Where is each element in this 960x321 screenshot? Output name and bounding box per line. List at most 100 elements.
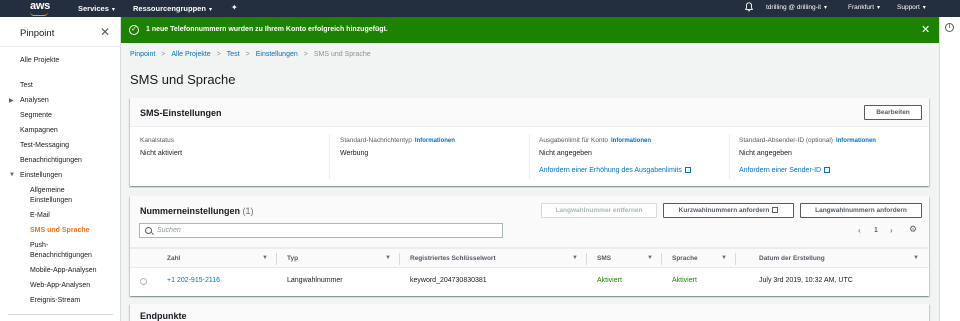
default-message-type-value: Werbung [340,150,369,157]
column-header-voice[interactable]: Sprache [672,255,698,262]
column-divider [529,134,530,179]
sort-icon[interactable]: ▼ [572,255,578,261]
support-label: Support [897,4,920,11]
collapse-arrow-icon[interactable]: ▼ [9,172,15,178]
sms-status-cell: Aktiviert [597,277,622,284]
sms-settings-title: SMS-Einstellungen [140,108,222,118]
external-link-icon [824,167,831,173]
sort-icon[interactable]: ▼ [913,255,919,261]
account-menu[interactable]: tdrilling @ drilling-it ▾ [766,4,827,11]
column-separator [586,253,587,265]
breadcrumb-settings[interactable]: Einstellungen [256,51,298,58]
help-panel-toggle[interactable]: i [939,17,960,321]
info-link[interactable]: Informationen [415,138,455,144]
endpoints-panel: Endpunkte [130,304,929,321]
sidebar-subitem-sms-voice[interactable]: SMS und Sprache [30,226,90,235]
flash-message: 1 neue Telefonnummern wurden zu Ihrem Ko… [146,26,388,33]
request-sender-id-label: Anfordern einer Sender-ID [739,167,822,174]
services-label: Services [78,4,109,13]
sidebar-divider [0,46,121,47]
external-link-icon [772,207,779,213]
row-select-radio[interactable] [140,278,147,285]
info-icon[interactable]: i [945,23,954,32]
voice-status-cell: Aktiviert [672,277,697,284]
breadcrumb-test[interactable]: Test [227,51,240,58]
gear-icon[interactable]: ⚙ [909,224,917,235]
sidebar-subitem-general-settings-line2[interactable]: Einstellungen [30,196,72,205]
column-header-number[interactable]: Zahl [167,255,180,262]
expand-arrow-icon[interactable]: ▶ [9,97,14,104]
close-icon[interactable]: ✕ [100,25,110,39]
column-header-keyword[interactable]: Registriertes Schlüsselwort [410,255,496,262]
request-spend-limit-link[interactable]: Anfordern einer Erhöhung des Ausgabenlim… [539,167,691,174]
request-sender-id-link[interactable]: Anfordern einer Sender-ID [739,167,831,174]
chevron-down-icon: ▾ [877,5,881,11]
region-menu[interactable]: Frankfurt ▾ [848,4,880,11]
sidebar-subitem-mobile-analytics[interactable]: Mobile-App-Analysen [30,266,97,275]
column-header-created[interactable]: Datum der Erstellung [759,255,825,262]
default-message-type-label: Standard-Nachrichtentyp Informationen [340,137,455,144]
sort-icon[interactable]: ▼ [262,255,268,261]
search-input[interactable] [157,225,497,236]
sms-settings-panel: SMS-Einstellungen Bearbeiten Kanalstatus… [130,98,929,186]
sidebar-item-notifications[interactable]: Benachrichtigungen [20,156,82,165]
sidebar-item-analytics[interactable]: Analysen [20,96,49,105]
bell-icon[interactable] [745,2,753,12]
channel-status-label: Kanalstatus [140,137,174,144]
resource-groups-menu[interactable]: Ressourcengruppen ▾ [133,4,212,13]
sidebar-subitem-push-line2[interactable]: Benachrichtigungen [30,251,92,260]
breadcrumb-separator-icon: > [216,51,221,58]
edit-button[interactable]: Bearbeiten [864,105,922,120]
chevron-down-icon: ▾ [824,5,828,11]
created-date-cell: July 3rd 2019, 10:32 AM, UTC [759,277,853,284]
info-link[interactable]: Informationen [836,138,876,144]
sidebar-item-project[interactable]: Test [20,81,33,90]
sort-icon[interactable]: ▼ [647,255,653,261]
request-long-code-button[interactable]: Langwahlnummern anfordern [800,203,922,218]
sidebar-subitem-event-stream[interactable]: Ereignis-Stream [30,296,80,305]
column-header-type[interactable]: Typ [287,255,298,262]
sidebar-subitem-general-settings[interactable]: Allgemeine [30,186,65,195]
pin-icon[interactable]: ✦ [231,3,238,12]
breadcrumb-separator-icon: > [161,51,166,58]
sidebar-item-settings[interactable]: Einstellungen [20,171,62,180]
sidebar-item-all-projects[interactable]: Alle Projekte [20,56,59,65]
breadcrumb-pinpoint[interactable]: Pinpoint [130,51,155,58]
sidebar-bottom-divider [8,314,113,315]
channel-status-value: Nicht aktiviert [140,150,183,157]
table-header: Zahl ▼ Typ ▼ Registriertes Schlüsselwort… [130,248,929,268]
close-icon[interactable]: ✕ [921,23,930,36]
request-short-code-button[interactable]: Kurzwahlnummern anfordern [663,203,794,218]
sort-icon[interactable]: ▼ [385,255,391,261]
pager-prev-icon[interactable]: ‹ [858,226,861,235]
page-title: SMS und Sprache [130,72,236,87]
sort-icon[interactable]: ▼ [721,255,727,261]
breadcrumb-all-projects[interactable]: Alle Projekte [171,51,210,58]
phone-number-link[interactable]: +1 202-915-2116 [167,277,220,284]
number-settings-title: Nummerneinstellungen (1) [140,206,254,216]
search-field[interactable] [139,223,503,238]
pager-next-icon[interactable]: › [890,226,893,235]
support-menu[interactable]: Support ▾ [897,4,926,11]
remove-long-code-button[interactable]: Langwahlnummer entfernen [541,203,657,218]
sidebar-item-segments[interactable]: Segmente [20,111,52,120]
aws-logo[interactable]: aws [30,0,50,12]
resource-groups-label: Ressourcengruppen [133,4,206,13]
pager-page-number[interactable]: 1 [874,227,878,234]
spend-limit-value: Nicht angegeben [539,150,592,157]
sidebar-subitem-email[interactable]: E-Mail [30,211,50,220]
chevron-down-icon: ▾ [111,7,115,13]
column-header-sms[interactable]: SMS [597,255,611,262]
column-divider [729,134,730,179]
sidebar-subitem-push[interactable]: Push- [30,241,48,250]
default-message-type-label-text: Standard-Nachrichtentyp [340,137,412,144]
endpoints-title: Endpunkte [140,311,187,321]
spend-limit-label: Ausgabenlimit für Konto Informationen [539,137,651,144]
services-menu[interactable]: Services ▾ [78,4,115,13]
sidebar-item-test-messaging[interactable]: Test-Messaging [20,141,69,150]
success-flashbar: ✓ 1 neue Telefonnummern wurden zu Ihrem … [121,17,939,43]
info-link[interactable]: Informationen [611,138,651,144]
chevron-down-icon: ▾ [922,5,926,11]
sidebar-item-campaigns[interactable]: Kampagnen [20,126,58,135]
sidebar-subitem-web-analytics[interactable]: Web-App-Analysen [30,281,90,290]
